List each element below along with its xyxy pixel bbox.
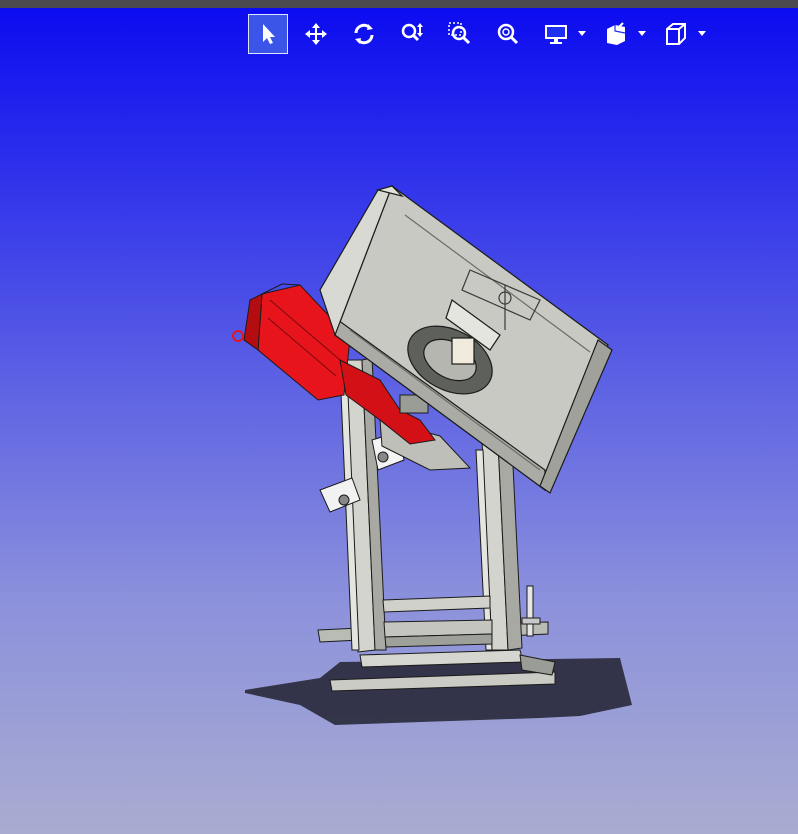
cube-view-icon	[666, 23, 686, 45]
move-arrows-icon	[305, 23, 327, 45]
monitor-icon	[545, 25, 567, 44]
standard-views-button[interactable]	[656, 14, 696, 54]
view-toolbar	[248, 14, 716, 54]
display-mode-dropdown[interactable]	[578, 31, 586, 37]
model-shadow	[245, 658, 632, 725]
zoom-fit-tool-button[interactable]	[488, 14, 528, 54]
cross-bars	[382, 595, 493, 648]
cad-model-render[interactable]	[0, 0, 798, 834]
section-view-dropdown[interactable]	[638, 31, 646, 37]
chevron-down-icon	[638, 31, 646, 36]
standard-views-dropdown[interactable]	[698, 31, 706, 37]
display-mode-button[interactable]	[536, 14, 576, 54]
select-tool-button[interactable]	[248, 14, 288, 54]
zoom-updown-icon	[401, 23, 423, 42]
cursor-arrow-icon	[263, 24, 275, 44]
pan-tool-button[interactable]	[296, 14, 336, 54]
zoom-fit-icon	[497, 23, 519, 45]
rotate-tool-button[interactable]	[344, 14, 384, 54]
zoom-window-tool-button[interactable]	[440, 14, 480, 54]
3d-viewport[interactable]	[0, 0, 798, 834]
section-view-button[interactable]	[596, 14, 636, 54]
zoom-tool-button[interactable]	[392, 14, 432, 54]
section-view-icon	[607, 22, 626, 45]
chevron-down-icon	[698, 31, 706, 36]
zoom-window-icon	[448, 22, 471, 45]
rotate-icon	[354, 23, 374, 45]
chevron-down-icon	[578, 31, 586, 36]
right-leg	[475, 439, 523, 651]
